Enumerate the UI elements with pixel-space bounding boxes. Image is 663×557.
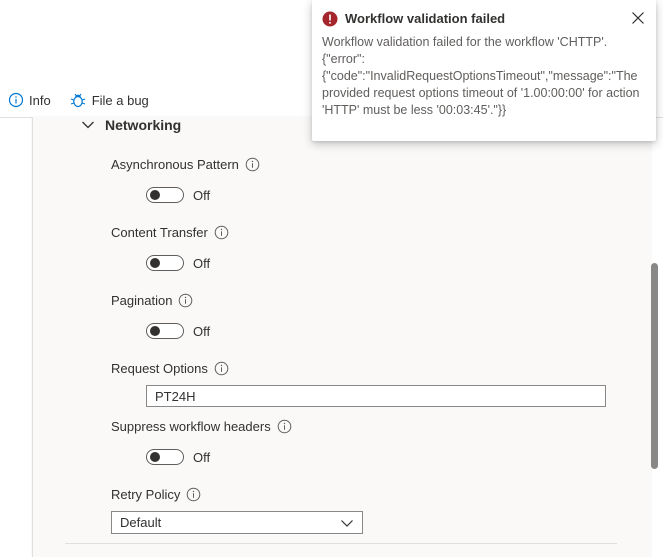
suppress-headers-toggle-row: Off — [146, 449, 210, 465]
async-pattern-toggle-row: Off — [146, 187, 210, 203]
command-bar: Info File a bug — [0, 88, 159, 112]
toggle-knob — [150, 326, 160, 336]
info-icon[interactable] — [178, 293, 193, 308]
async-pattern-toggle[interactable] — [146, 187, 184, 203]
suppress-headers-label-text: Suppress workflow headers — [111, 419, 271, 434]
scrollbar-thumb[interactable] — [651, 263, 658, 469]
toast-message: Workflow validation failed for the workf… — [322, 35, 640, 117]
section-title: Networking — [105, 117, 182, 133]
toggle-knob — [150, 190, 160, 200]
pagination-toggle-row: Off — [146, 323, 210, 339]
info-icon[interactable] — [245, 157, 260, 172]
content-transfer-toggle[interactable] — [146, 255, 184, 271]
async-pattern-label: Asynchronous Pattern — [111, 157, 260, 172]
retry-policy-label-text: Retry Policy — [111, 487, 181, 502]
bug-icon — [69, 91, 87, 109]
content-transfer-state: Off — [193, 255, 211, 271]
toast-title: Workflow validation failed — [345, 11, 506, 26]
request-options-input[interactable] — [146, 385, 606, 407]
toggle-knob — [150, 258, 160, 268]
error-icon — [322, 11, 338, 30]
pagination-label-text: Pagination — [111, 293, 173, 308]
info-icon[interactable] — [214, 361, 229, 376]
info-icon[interactable] — [214, 225, 229, 240]
chevron-down-icon — [340, 516, 354, 530]
retry-policy-label: Retry Policy — [111, 487, 201, 502]
content-transfer-toggle-row: Off — [146, 255, 210, 271]
info-icon[interactable] — [186, 487, 201, 502]
file-bug-label: File a bug — [91, 92, 149, 108]
async-pattern-state: Off — [193, 187, 211, 203]
vertical-scrollbar[interactable] — [649, 117, 663, 550]
info-button[interactable]: Info — [8, 92, 51, 108]
divider — [65, 543, 617, 544]
close-icon[interactable] — [631, 11, 645, 28]
info-icon — [8, 92, 24, 108]
async-pattern-label-text: Asynchronous Pattern — [111, 157, 239, 172]
retry-policy-dropdown[interactable]: Default — [111, 511, 363, 534]
info-label: Info — [29, 92, 51, 108]
pagination-state: Off — [193, 323, 211, 339]
settings-panel: Networking Asynchronous Pattern Off Cont… — [32, 117, 651, 557]
toggle-knob — [150, 452, 160, 462]
pagination-label: Pagination — [111, 293, 193, 308]
info-icon[interactable] — [277, 419, 292, 434]
suppress-headers-toggle[interactable] — [146, 449, 184, 465]
content-transfer-label-text: Content Transfer — [111, 225, 208, 240]
chevron-down-icon — [81, 118, 95, 132]
retry-policy-value: Default — [120, 515, 162, 530]
content-transfer-label: Content Transfer — [111, 225, 229, 240]
file-bug-button[interactable]: File a bug — [69, 91, 149, 109]
request-options-label-text: Request Options — [111, 361, 208, 376]
error-toast: Workflow validation failed Workflow vali… — [312, 0, 656, 141]
suppress-headers-label: Suppress workflow headers — [111, 419, 292, 434]
pagination-toggle[interactable] — [146, 323, 184, 339]
suppress-headers-state: Off — [193, 449, 211, 465]
networking-section-header[interactable]: Networking — [81, 117, 181, 133]
request-options-label: Request Options — [111, 361, 229, 376]
